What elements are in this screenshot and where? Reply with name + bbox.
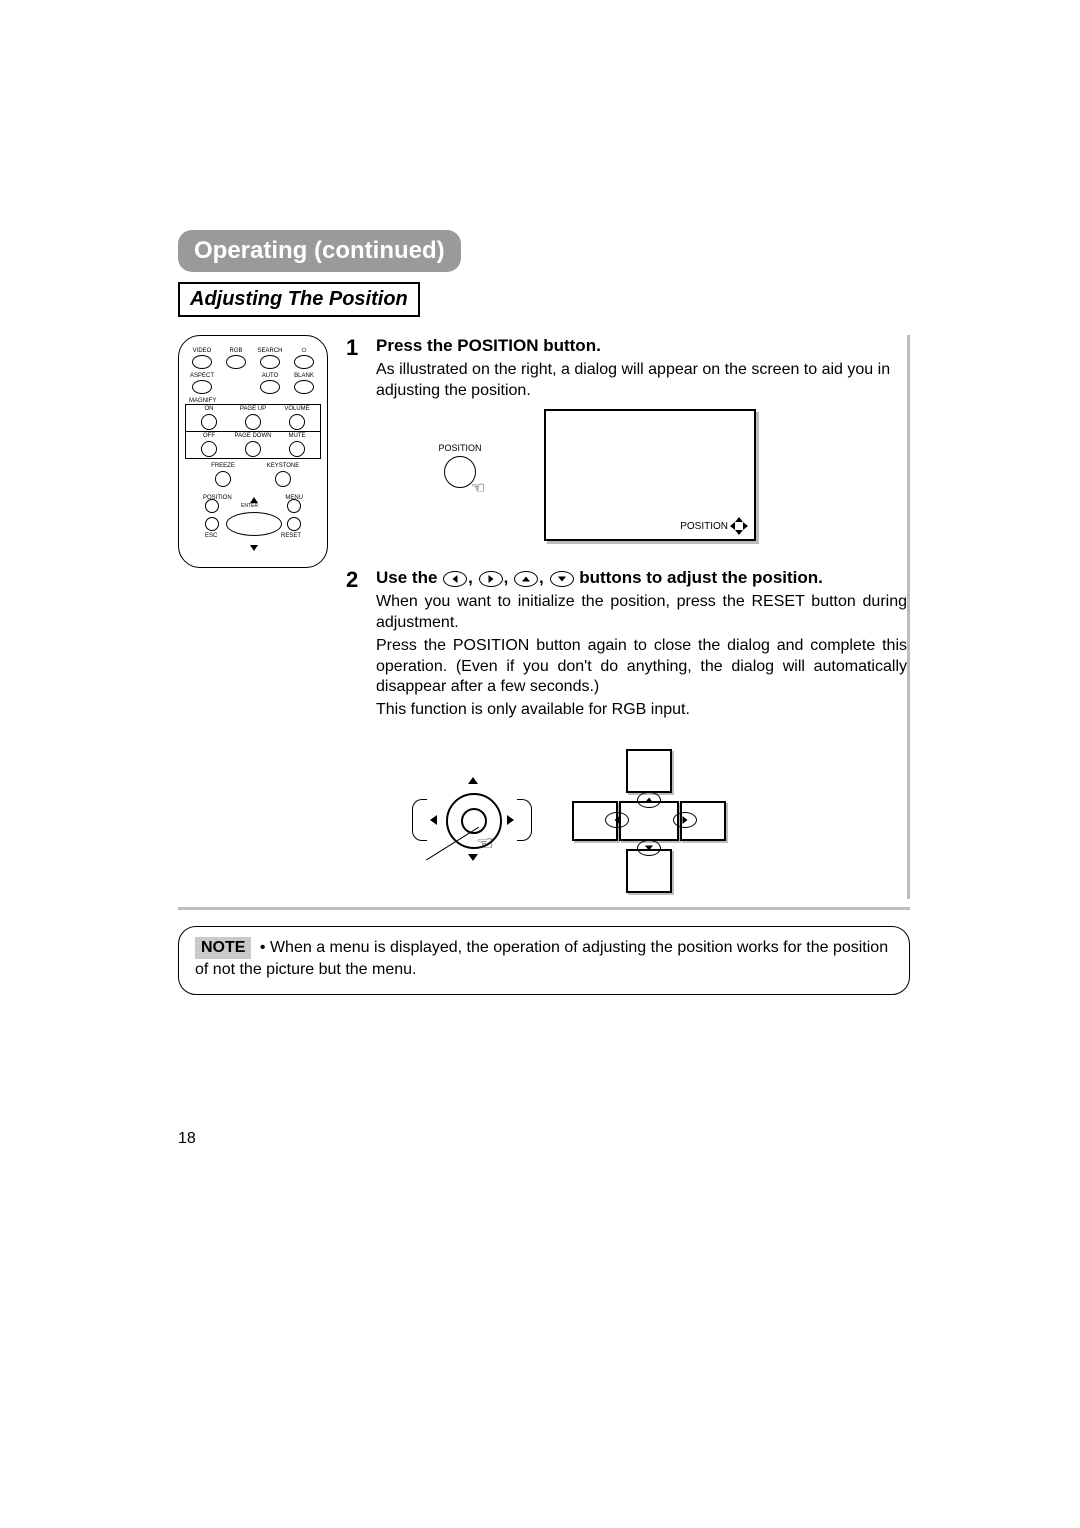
left-arrow-icon (443, 571, 467, 587)
step-paragraph: This function is only available for RGB … (376, 700, 907, 721)
up-arrow-icon (637, 792, 661, 808)
remote-label: ENTER (241, 504, 258, 509)
section-pill: Operating (continued) (178, 230, 461, 272)
step-paragraph: Press the POSITION button again to close… (376, 636, 907, 698)
remote-label: MUTE (275, 433, 319, 439)
up-arrow-icon (514, 571, 538, 587)
figure-label: POSITION (438, 443, 481, 453)
remote-label: ON (187, 406, 231, 412)
remote-label: AUTO (253, 373, 287, 379)
figure-position-dialog: POSITION ☜ POSITION (404, 409, 907, 541)
remote-label: BLANK (287, 373, 321, 379)
remote-label: ESC (205, 533, 217, 539)
step-paragraph: As illustrated on the right, a dialog wi… (376, 360, 907, 402)
divider (178, 907, 910, 910)
hand-icon: ☜ (476, 831, 494, 856)
note-tag: NOTE (195, 937, 251, 959)
figure-adjust-grid: ☜ (428, 739, 907, 899)
remote-label: KEYSTONE (253, 463, 313, 469)
figure-screen: POSITION (544, 409, 756, 541)
left-arrow-icon (605, 812, 629, 828)
remote-label: ASPECT (185, 373, 219, 379)
step-number: 2 (346, 567, 366, 721)
remote-label: OFF (187, 433, 231, 439)
arrows-icon (732, 519, 746, 533)
right-arrow-icon (479, 571, 503, 587)
remote-illustration: VIDEO RGB SEARCH ⏻ ASPECT AUTO BLANK MAG… (178, 335, 328, 568)
page-number: 18 (178, 1130, 196, 1148)
step-paragraph: When you want to initialize the position… (376, 592, 907, 634)
right-arrow-icon (673, 812, 697, 828)
figure-label: POSITION (680, 521, 728, 532)
joystick-icon: ☜ (428, 775, 516, 863)
subheading: Adjusting The Position (178, 282, 420, 317)
remote-label: ⏻ (287, 348, 321, 354)
remote-label: PAGE DOWN (231, 433, 275, 439)
down-arrow-icon (550, 571, 574, 587)
step-title: Use the , , , buttons to adjust the posi… (376, 568, 823, 587)
remote-label: VOLUME (275, 406, 319, 412)
remote-label: RESET (281, 533, 301, 539)
step-number: 1 (346, 335, 366, 401)
remote-label: FREEZE (193, 463, 253, 469)
down-arrow-icon (637, 840, 661, 856)
note-box: NOTE • When a menu is displayed, the ope… (178, 926, 910, 995)
remote-label: RGB (219, 348, 253, 354)
step-title: Press the POSITION button. (376, 336, 601, 355)
remote-label: SEARCH (253, 348, 287, 354)
hand-icon: ☜ (471, 480, 485, 497)
remote-dpad: POSITION MENU ENTER ESC RESET (205, 493, 301, 553)
remote-label: VIDEO (185, 348, 219, 354)
note-text: • When a menu is displayed, the operatio… (195, 939, 888, 978)
remote-label: PAGE UP (231, 406, 275, 412)
